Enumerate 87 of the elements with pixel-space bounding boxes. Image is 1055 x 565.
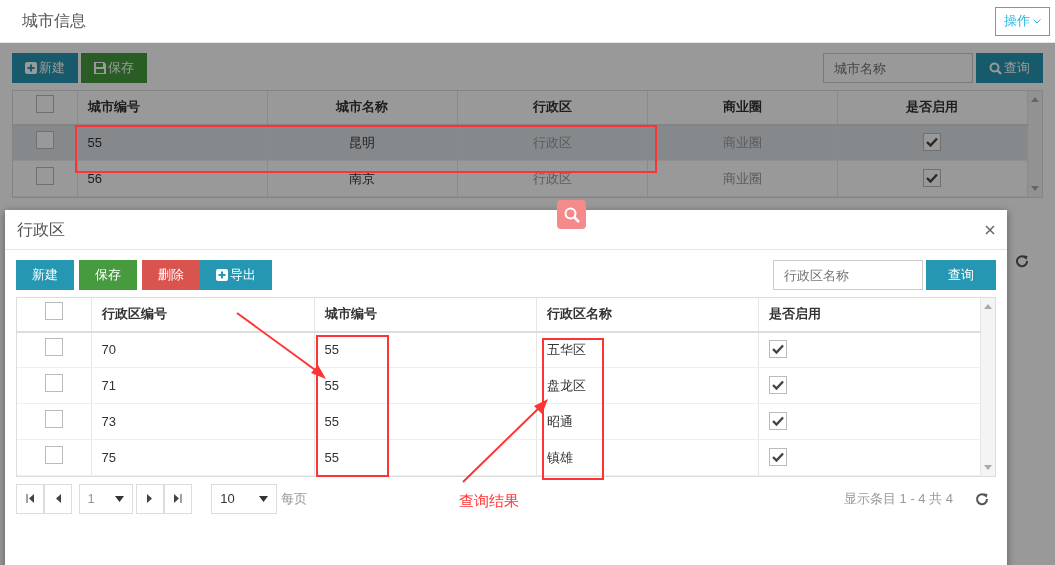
row-checkbox[interactable] — [44, 373, 63, 392]
scroll-down-icon — [1030, 186, 1039, 191]
enabled-checkbox[interactable] — [768, 411, 787, 430]
search-button[interactable]: 查询 — [926, 260, 996, 290]
floppy-icon — [94, 62, 107, 74]
close-icon[interactable] — [985, 224, 995, 235]
column-header: 商业圈 — [647, 90, 837, 125]
enabled-checkbox[interactable] — [768, 340, 787, 358]
previous-page-button[interactable] — [44, 483, 72, 514]
table-cell: 55 — [324, 413, 339, 429]
check-icon — [926, 172, 938, 183]
table-cell: 五华区 — [546, 342, 586, 357]
row-checkbox[interactable] — [35, 131, 54, 149]
column-header: 行政区编号 — [91, 297, 314, 332]
table-cell: 镇雄 — [546, 449, 573, 465]
table-cell: 73 — [101, 413, 116, 429]
column-header: 是否启用 — [758, 297, 980, 332]
page-size-select[interactable]: 10 — [211, 483, 278, 514]
table-cell: 商业圈 — [722, 170, 762, 186]
check-icon — [771, 344, 784, 354]
table-cell: 昆明 — [349, 135, 375, 150]
scroll-up-icon — [983, 303, 992, 309]
caret-down-icon — [259, 495, 269, 502]
last-page-icon — [173, 494, 183, 503]
select-all-checkbox[interactable] — [35, 95, 54, 114]
new-button[interactable]: 新建 — [16, 260, 74, 290]
table-cell: 56 — [87, 170, 102, 186]
column-header: 行政区名称 — [536, 297, 758, 332]
table-cell: 71 — [101, 377, 116, 393]
search-button[interactable]: 查询 — [976, 53, 1043, 83]
enabled-checkbox[interactable] — [923, 168, 941, 187]
check-icon — [771, 415, 784, 426]
save-button[interactable]: 保存 — [79, 260, 137, 290]
check-icon — [771, 451, 784, 462]
table-cell: 盘龙区 — [546, 377, 586, 393]
search-icon — [989, 61, 1002, 75]
table-cell: 行政区 — [532, 170, 572, 186]
table-cell: 70 — [101, 342, 116, 357]
table-cell: 55 — [324, 377, 339, 393]
search-field[interactable]: 行政区名称 — [772, 260, 923, 290]
new-button[interactable]: 新建 — [12, 53, 78, 83]
next-page-button[interactable] — [135, 483, 164, 514]
scroll-up-icon — [1030, 96, 1039, 102]
next-page-icon — [145, 494, 155, 503]
enabled-checkbox[interactable] — [923, 133, 941, 151]
table-cell: 昭通 — [546, 413, 573, 429]
page-select[interactable]: 1 — [78, 483, 133, 514]
previous-page-icon — [53, 494, 63, 503]
caret-down-icon — [114, 495, 124, 502]
save-button[interactable]: 保存 — [81, 53, 148, 83]
table-cell: 55 — [324, 449, 339, 465]
row-checkbox[interactable] — [44, 445, 63, 464]
export-button[interactable]: 导出 — [200, 260, 272, 290]
chevron-down-icon — [1033, 18, 1041, 24]
first-page-button[interactable] — [16, 483, 44, 514]
column-header: 是否启用 — [837, 90, 1027, 125]
select-all-checkbox[interactable] — [44, 302, 63, 321]
enabled-checkbox[interactable] — [768, 375, 787, 394]
plus-icon — [216, 269, 228, 281]
search-field[interactable]: 城市名称 — [822, 53, 973, 83]
column-header: 行政区 — [457, 90, 647, 125]
column-header: 城市编号 — [314, 297, 536, 332]
enabled-checkbox[interactable] — [768, 447, 787, 466]
row-checkbox[interactable] — [35, 166, 54, 185]
last-page-button[interactable] — [163, 483, 192, 514]
refresh-icon — [1015, 254, 1029, 268]
pagination-summary: 显示条目 1 - 4 共 4 — [843, 489, 953, 508]
plus-icon — [25, 62, 37, 74]
table-cell: 75 — [101, 449, 116, 465]
column-header: 城市名称 — [267, 90, 457, 125]
dialog-title: 行政区 — [17, 219, 65, 240]
check-icon — [926, 137, 938, 147]
scroll-down-icon — [983, 465, 992, 470]
per-page-label: 每页 — [280, 489, 307, 508]
refresh-icon[interactable] — [975, 491, 989, 506]
table-cell: 南京 — [349, 170, 375, 186]
column-header: 城市编号 — [77, 90, 267, 125]
page-title: 城市信息 — [22, 11, 86, 31]
actions-button[interactable]: 操作 — [995, 6, 1050, 36]
table-cell: 55 — [87, 135, 102, 150]
check-icon — [771, 379, 784, 390]
row-checkbox[interactable] — [44, 409, 63, 428]
annotation-label: 查询结果 — [459, 491, 519, 511]
row-checkbox[interactable] — [44, 338, 63, 356]
delete-button[interactable]: 删除 — [142, 260, 200, 290]
table-cell: 55 — [324, 342, 339, 357]
first-page-icon — [25, 494, 35, 503]
